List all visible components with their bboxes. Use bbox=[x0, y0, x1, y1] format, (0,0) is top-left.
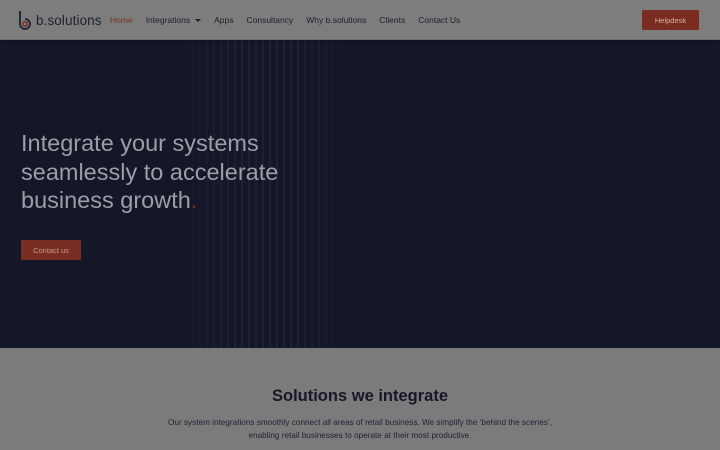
hero-title-line: seamlessly to accelerate bbox=[21, 158, 279, 185]
hero-title-line: Integrate your systems bbox=[21, 130, 259, 156]
logo[interactable]: b.solutions bbox=[18, 9, 102, 31]
page: b.solutions Home Integrations Apps Consu… bbox=[0, 0, 720, 450]
nav-label: Contact Us bbox=[418, 15, 461, 25]
helpdesk-button[interactable]: Helpdesk bbox=[642, 10, 699, 30]
section-description: Our system integrations smoothly connect… bbox=[160, 417, 560, 442]
nav-item-apps[interactable]: Apps bbox=[214, 15, 233, 25]
nav-item-consultancy[interactable]: Consultancy bbox=[246, 15, 293, 25]
nav-item-why[interactable]: Why b.solutions bbox=[306, 15, 366, 25]
nav-label: Clients bbox=[379, 15, 406, 25]
section-title: Solutions we integrate bbox=[271, 387, 449, 405]
main-nav: Home Integrations Apps Consultancy Why b… bbox=[110, 0, 473, 40]
description-line: Our system integrations smoothly connect… bbox=[168, 418, 552, 427]
chevron-down-icon bbox=[195, 18, 202, 22]
site-header: b.solutions Home Integrations Apps Consu… bbox=[0, 0, 720, 40]
nav-item-integrations[interactable]: Integrations bbox=[145, 15, 202, 25]
hero-title-line: business growth bbox=[21, 187, 191, 213]
hero-section: Integrate your systems seamlessly to acc… bbox=[0, 40, 720, 348]
nav-item-contact[interactable]: Contact Us bbox=[418, 15, 460, 25]
nav-label: Consultancy bbox=[246, 15, 294, 25]
logo-text: b.solutions bbox=[36, 12, 102, 28]
contact-us-button[interactable]: Contact us bbox=[21, 240, 81, 260]
hero-title: Integrate your systems seamlessly to acc… bbox=[21, 129, 321, 215]
accent-dot: . bbox=[190, 187, 198, 213]
nav-item-clients[interactable]: Clients bbox=[379, 15, 405, 25]
nav-label: Integrations bbox=[145, 15, 191, 25]
description-line: enabling retail businesses to operate at… bbox=[248, 430, 472, 440]
nav-label: Home bbox=[110, 15, 133, 25]
nav-label: Why b.solutions bbox=[306, 15, 367, 25]
logo-icon bbox=[19, 11, 31, 30]
solutions-section: Solutions we integrate Our system integr… bbox=[0, 348, 720, 450]
nav-label: Apps bbox=[214, 15, 234, 25]
nav-item-home[interactable]: Home bbox=[110, 15, 133, 25]
